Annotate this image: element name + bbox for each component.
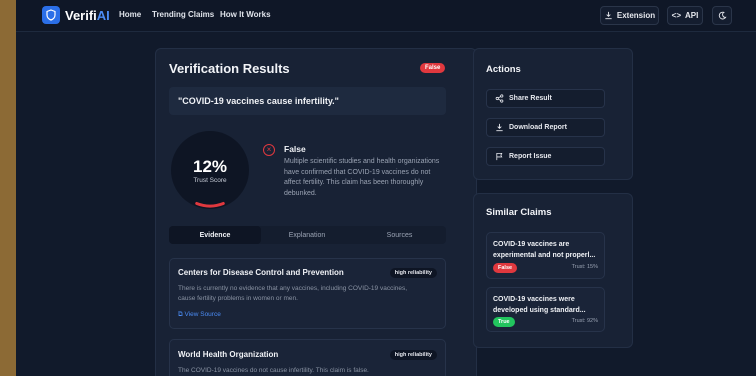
code-icon: <> [671,11,681,20]
nav-link-home[interactable]: Home [119,10,141,19]
download-report-button[interactable]: Download Report [486,118,605,137]
report-issue-label: Report Issue [509,153,552,160]
download-icon [496,123,503,132]
similar-claim-item[interactable]: COVID-19 vaccines are experimental and n… [486,232,605,279]
nav-link-trending-claims[interactable]: Trending Claims [152,10,214,19]
top-nav: VerifiAI Home Trending Claims How It Wor… [16,0,756,32]
download-icon [605,11,612,20]
similar-claims-title: Similar Claims [486,207,552,218]
result-tabs: Evidence Explanation Sources [169,226,446,244]
evidence-card: World Health Organization high reliabili… [169,339,446,376]
tab-explanation[interactable]: Explanation [261,226,353,244]
trust-score-value: 12% [192,157,228,176]
verdict-title: False [284,144,306,154]
share-icon [495,94,504,103]
claim-text: "COVID-19 vaccines cause infertility." [169,87,446,115]
view-source-link[interactable]: ⧉ View Source [178,311,221,319]
similar-claim-item[interactable]: COVID-19 vaccines were developed using s… [486,287,605,332]
extension-label: Extension [616,11,656,20]
status-badge: False [493,263,518,273]
extension-button[interactable]: Extension [600,6,659,25]
tab-evidence[interactable]: Evidence [169,226,261,244]
trust-score-label: Trust Score [193,177,227,184]
nav-link-how-it-works[interactable]: How It Works [220,10,271,19]
evidence-source-title: World Health Organization [178,350,279,359]
status-badge: False [420,63,446,73]
download-report-label: Download Report [509,124,567,131]
trust-value: Trust: 92% [571,318,598,324]
tab-sources[interactable]: Sources [353,226,446,244]
status-badge: True [493,317,515,327]
app-frame: VerifiAI Home Trending Claims How It Wor… [16,0,756,376]
results-title: Verification Results [169,61,290,76]
theme-toggle-button[interactable] [712,6,732,25]
evidence-text: The COVID-19 vaccines do not cause infer… [178,367,369,374]
evidence-source-title: Centers for Disease Control and Preventi… [178,268,344,277]
similar-claim-text: COVID-19 vaccines are experimental and n… [493,241,596,259]
brand-name[interactable]: VerifiAI [65,8,110,23]
moon-icon [718,11,727,20]
verdict-description: Multiple scientific studies and health o… [284,158,440,197]
reliability-badge: high reliability [389,268,437,278]
evidence-card: Centers for Disease Control and Preventi… [169,258,446,329]
x-circle-icon: × [263,144,275,156]
flag-icon [496,152,503,161]
evidence-text: There is currently no evidence that any … [178,285,408,302]
share-result-label: Share Result [509,95,552,102]
reliability-badge: high reliability [389,350,437,360]
logo-icon[interactable] [42,6,60,24]
api-button[interactable]: <> API [667,6,703,25]
api-label: API [685,11,699,20]
share-result-button[interactable]: Share Result [486,89,605,108]
trust-score-arc-fill [195,201,225,208]
report-issue-button[interactable]: Report Issue [486,147,605,166]
actions-title: Actions [486,64,521,75]
trust-value: Trust: 15% [571,264,598,270]
similar-claim-text: COVID-19 vaccines were developed using s… [493,296,586,314]
